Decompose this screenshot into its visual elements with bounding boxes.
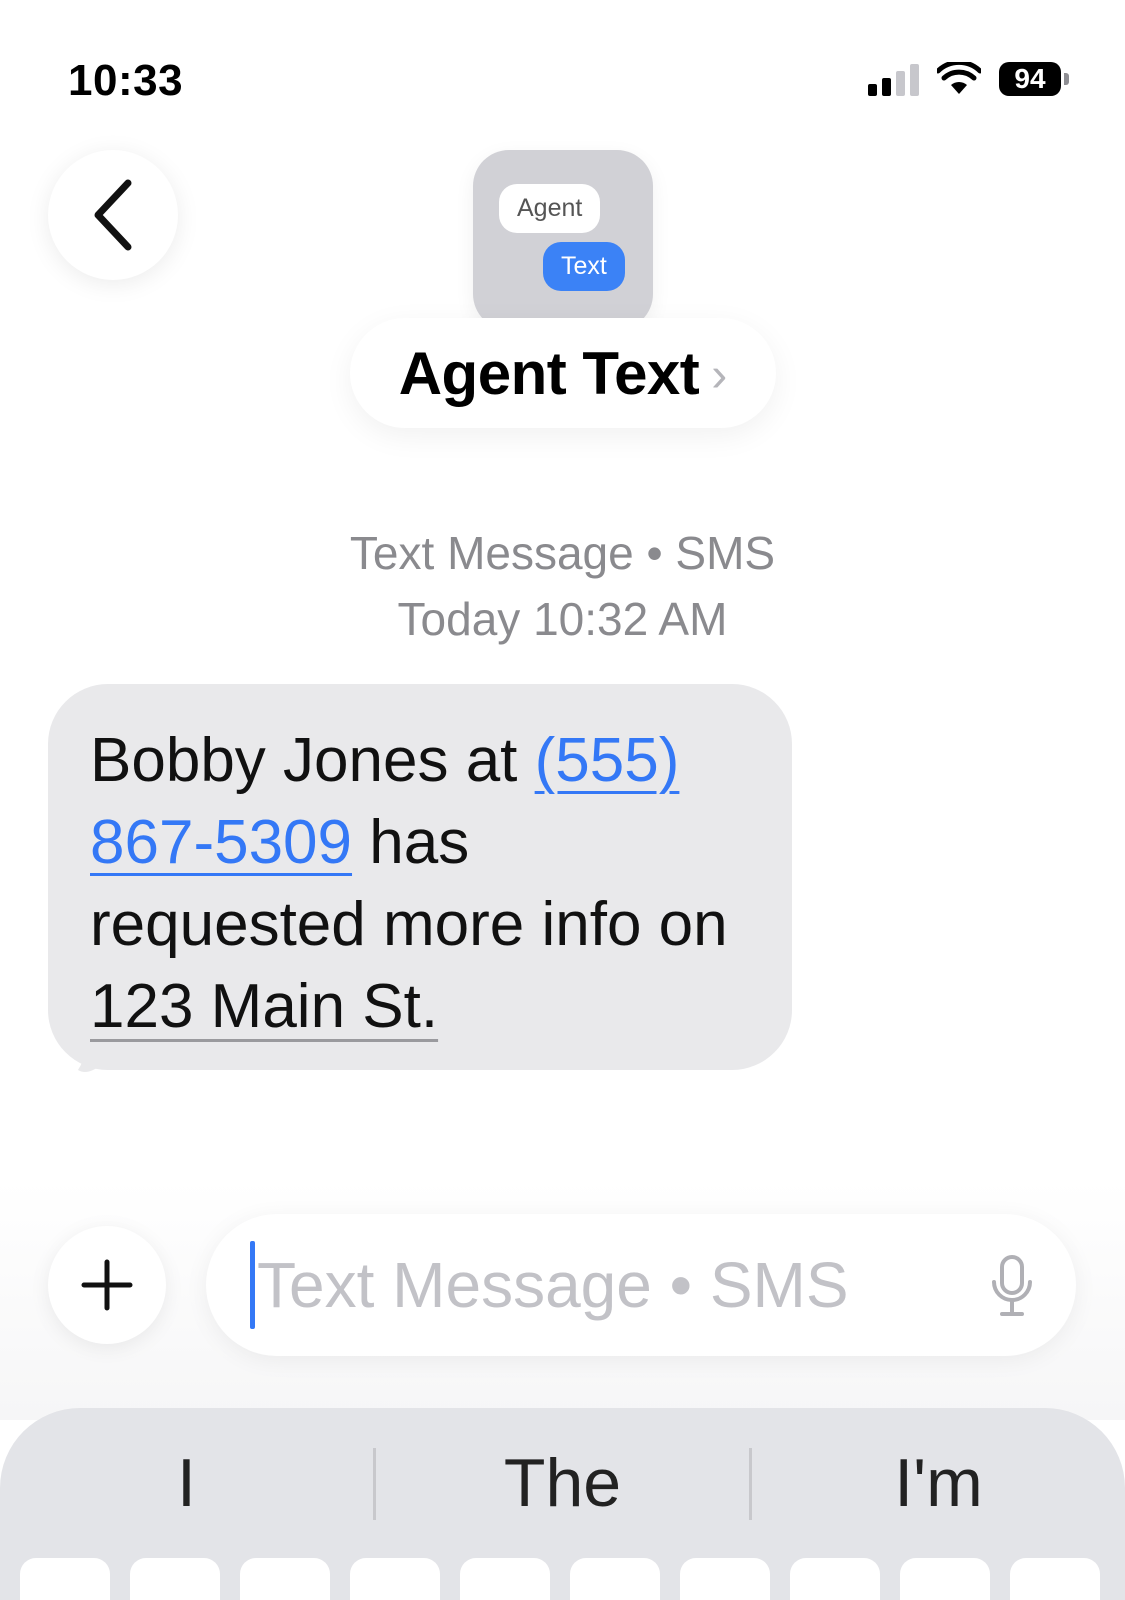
- battery-level: 94: [999, 62, 1061, 96]
- messages-screen: 10:33 94 Agent Text Agent Text › Text Me…: [0, 0, 1125, 1600]
- cellular-signal-icon: [868, 62, 919, 96]
- keyboard-key[interactable]: [460, 1558, 550, 1600]
- microphone-icon[interactable]: [990, 1254, 1034, 1318]
- message-input[interactable]: Text Message • SMS: [206, 1214, 1076, 1356]
- message-input-placeholder: Text Message • SMS: [257, 1249, 849, 1321]
- suggestion-2[interactable]: The: [376, 1428, 749, 1538]
- key-row: [20, 1558, 1100, 1600]
- chevron-right-icon: ›: [711, 348, 728, 402]
- chevron-left-icon: [94, 179, 132, 251]
- keyboard-key[interactable]: [680, 1558, 770, 1600]
- plus-icon: [81, 1259, 133, 1311]
- keyboard-key[interactable]: [20, 1558, 110, 1600]
- suggestion-1[interactable]: I: [0, 1428, 373, 1538]
- avatar-bubble-text: Text: [543, 242, 625, 291]
- service-label: Text Message • SMS: [349, 527, 776, 579]
- message-timestamp: Today 10:32 AM: [397, 593, 728, 645]
- text-caret: [250, 1241, 255, 1329]
- keyboard-key[interactable]: [900, 1558, 990, 1600]
- keyboard-key[interactable]: [130, 1558, 220, 1600]
- contact-name-button[interactable]: Agent Text ›: [350, 318, 776, 428]
- address-link[interactable]: 123 Main St.: [90, 972, 438, 1041]
- status-icons: 94: [868, 62, 1069, 96]
- keyboard-key[interactable]: [240, 1558, 330, 1600]
- keyboard: I The I'm: [0, 1408, 1125, 1600]
- predictive-bar: I The I'm: [0, 1428, 1125, 1538]
- thread-meta: Text Message • SMS Today 10:32 AM: [0, 520, 1125, 652]
- contact-avatar[interactable]: Agent Text: [473, 150, 653, 330]
- message-text: Bobby Jones at: [90, 726, 535, 795]
- keyboard-key[interactable]: [790, 1558, 880, 1600]
- keyboard-key[interactable]: [1010, 1558, 1100, 1600]
- keyboard-key[interactable]: [350, 1558, 440, 1600]
- wifi-icon: [937, 62, 981, 94]
- apps-plus-button[interactable]: [48, 1226, 166, 1344]
- contact-name: Agent Text: [398, 339, 700, 407]
- status-time: 10:33: [68, 56, 184, 105]
- avatar-bubble-agent: Agent: [499, 184, 601, 233]
- battery-icon: 94: [999, 62, 1069, 96]
- back-button[interactable]: [48, 150, 178, 280]
- message-bubble[interactable]: Bobby Jones at (555) 867-5309 has reques…: [48, 684, 792, 1070]
- keyboard-key[interactable]: [570, 1558, 660, 1600]
- suggestion-3[interactable]: I'm: [752, 1428, 1125, 1538]
